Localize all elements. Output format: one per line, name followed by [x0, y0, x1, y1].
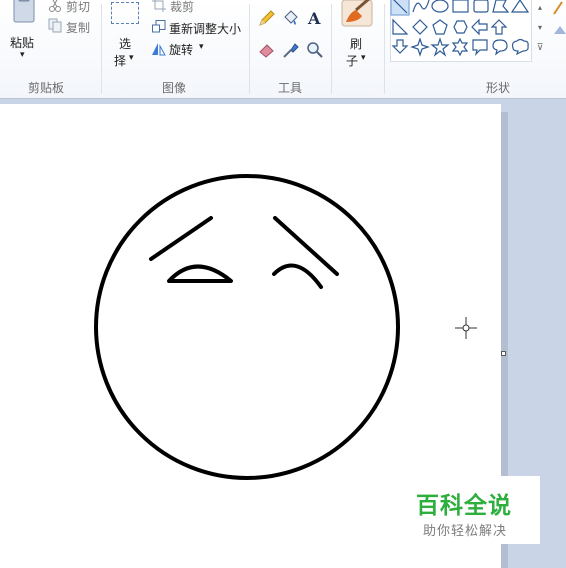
shapes-group-label: 形状: [486, 81, 511, 95]
diamond-shape-icon: [412, 19, 428, 35]
select-button[interactable]: 选 择 ▾: [108, 0, 144, 70]
group-divider: [384, 4, 385, 94]
resize-label: 重新调整大小: [169, 22, 242, 36]
paste-icon: [13, 0, 35, 23]
cut-label: 剪切: [66, 0, 91, 14]
fill-icon[interactable]: [282, 9, 300, 27]
pencil-icon[interactable]: [258, 9, 276, 27]
brushes-dropdown-icon[interactable]: ▾: [361, 53, 366, 63]
brushes-label-bottom: 子: [346, 54, 359, 68]
left-eyebrow: [149, 216, 213, 261]
rotate-dropdown-icon[interactable]: ▾: [199, 42, 204, 52]
brush-icon: [341, 0, 373, 27]
rotate-button[interactable]: 旋转 ▾: [150, 40, 220, 58]
watermark: 百科全说 助你轻松解决: [410, 476, 540, 544]
resize-button[interactable]: 重新调整大小: [150, 18, 246, 36]
paste-dropdown-icon[interactable]: ▾: [20, 50, 25, 60]
four-point-star-shape-icon: [410, 37, 430, 57]
rounded-rectangle-shape-icon: [473, 0, 489, 13]
ribbon: 粘贴 ▾ 剪切 复制 剪贴板 选 择 ▾ 裁剪 重新调整大小 旋转 ▾ 图像 A…: [0, 0, 566, 99]
clipboard-group: 粘贴 ▾ 剪切 复制 剪贴板: [0, 0, 100, 98]
select-label-bottom: 择: [114, 54, 127, 68]
callout-cloud-shape-icon: [511, 38, 529, 56]
up-arrow-shape-icon: [490, 19, 508, 35]
crop-button[interactable]: 裁剪: [150, 0, 210, 14]
outline-icon[interactable]: [552, 0, 566, 16]
polygon-shape-icon: [492, 0, 510, 13]
pentagon-shape-icon: [432, 19, 448, 35]
hexagon-shape-icon: [453, 20, 468, 34]
down-arrow-shape-icon: [391, 39, 409, 54]
copy-icon: [48, 18, 62, 33]
copy-label: 复制: [66, 21, 91, 35]
copy-button[interactable]: 复制: [46, 18, 96, 36]
fill-shape-icon[interactable]: [552, 20, 566, 38]
scissors-icon: [49, 0, 61, 12]
tools-group: A 工具: [250, 0, 330, 98]
image-group: 选 择 ▾ 裁剪 重新调整大小 旋转 ▾ 图像: [102, 0, 248, 98]
right-eye: [272, 263, 323, 289]
watermark-subtitle: 助你轻松解决: [423, 524, 508, 539]
crop-icon: [152, 0, 166, 12]
six-point-star-shape-icon: [451, 37, 469, 57]
select-label-top: 选: [119, 37, 132, 51]
shapes-group: ▴ ▾ ⊽ 形状: [386, 0, 546, 98]
crosshair-cursor-icon: [455, 317, 477, 339]
callout-rect-shape-icon: [472, 39, 488, 56]
image-group-label: 图像: [162, 81, 187, 95]
color-picker-icon[interactable]: [282, 41, 300, 59]
star-shape-icon: [430, 37, 450, 57]
brushes-button[interactable]: 刷 子 ▾: [338, 0, 378, 70]
text-icon[interactable]: A: [306, 9, 324, 27]
shapes-scroll-up-button[interactable]: ▴: [534, 0, 546, 16]
shapes-scroll-down-button[interactable]: ▾: [534, 20, 546, 36]
rectangle-shape-icon: [452, 0, 469, 13]
select-icon: [111, 2, 139, 24]
callout-oval-shape-icon: [492, 39, 508, 56]
canvas-resize-handle[interactable]: [501, 351, 506, 356]
rotate-icon: [152, 43, 166, 56]
curve-shape-icon: [412, 0, 430, 13]
left-arrow-shape-icon: [471, 18, 488, 36]
resize-icon: [152, 20, 166, 33]
tools-group-label: 工具: [278, 81, 303, 95]
brushes-group: 刷 子 ▾: [332, 0, 384, 98]
clipboard-group-label: 剪贴板: [28, 81, 65, 95]
left-eye: [167, 264, 233, 283]
shapes-icons: [390, 0, 530, 57]
paste-label: 粘贴: [10, 36, 35, 50]
crop-label: 裁剪: [170, 0, 195, 14]
watermark-title: 百科全说: [416, 493, 512, 519]
oval-shape-icon: [431, 0, 449, 13]
magnifier-icon[interactable]: [306, 41, 324, 59]
shapes-more-button[interactable]: ⊽: [534, 40, 546, 56]
svg-text:A: A: [307, 9, 321, 27]
paste-button[interactable]: 粘贴 ▾: [6, 0, 42, 68]
cut-button[interactable]: 剪切: [46, 0, 96, 14]
brushes-label-top: 刷: [350, 37, 363, 51]
face-outline: [94, 174, 400, 480]
select-dropdown-icon[interactable]: ▾: [129, 53, 134, 63]
eraser-icon[interactable]: [258, 41, 276, 59]
right-triangle-shape-icon: [392, 18, 409, 35]
rotate-label: 旋转: [169, 43, 194, 57]
triangle-shape-icon: [510, 0, 530, 13]
